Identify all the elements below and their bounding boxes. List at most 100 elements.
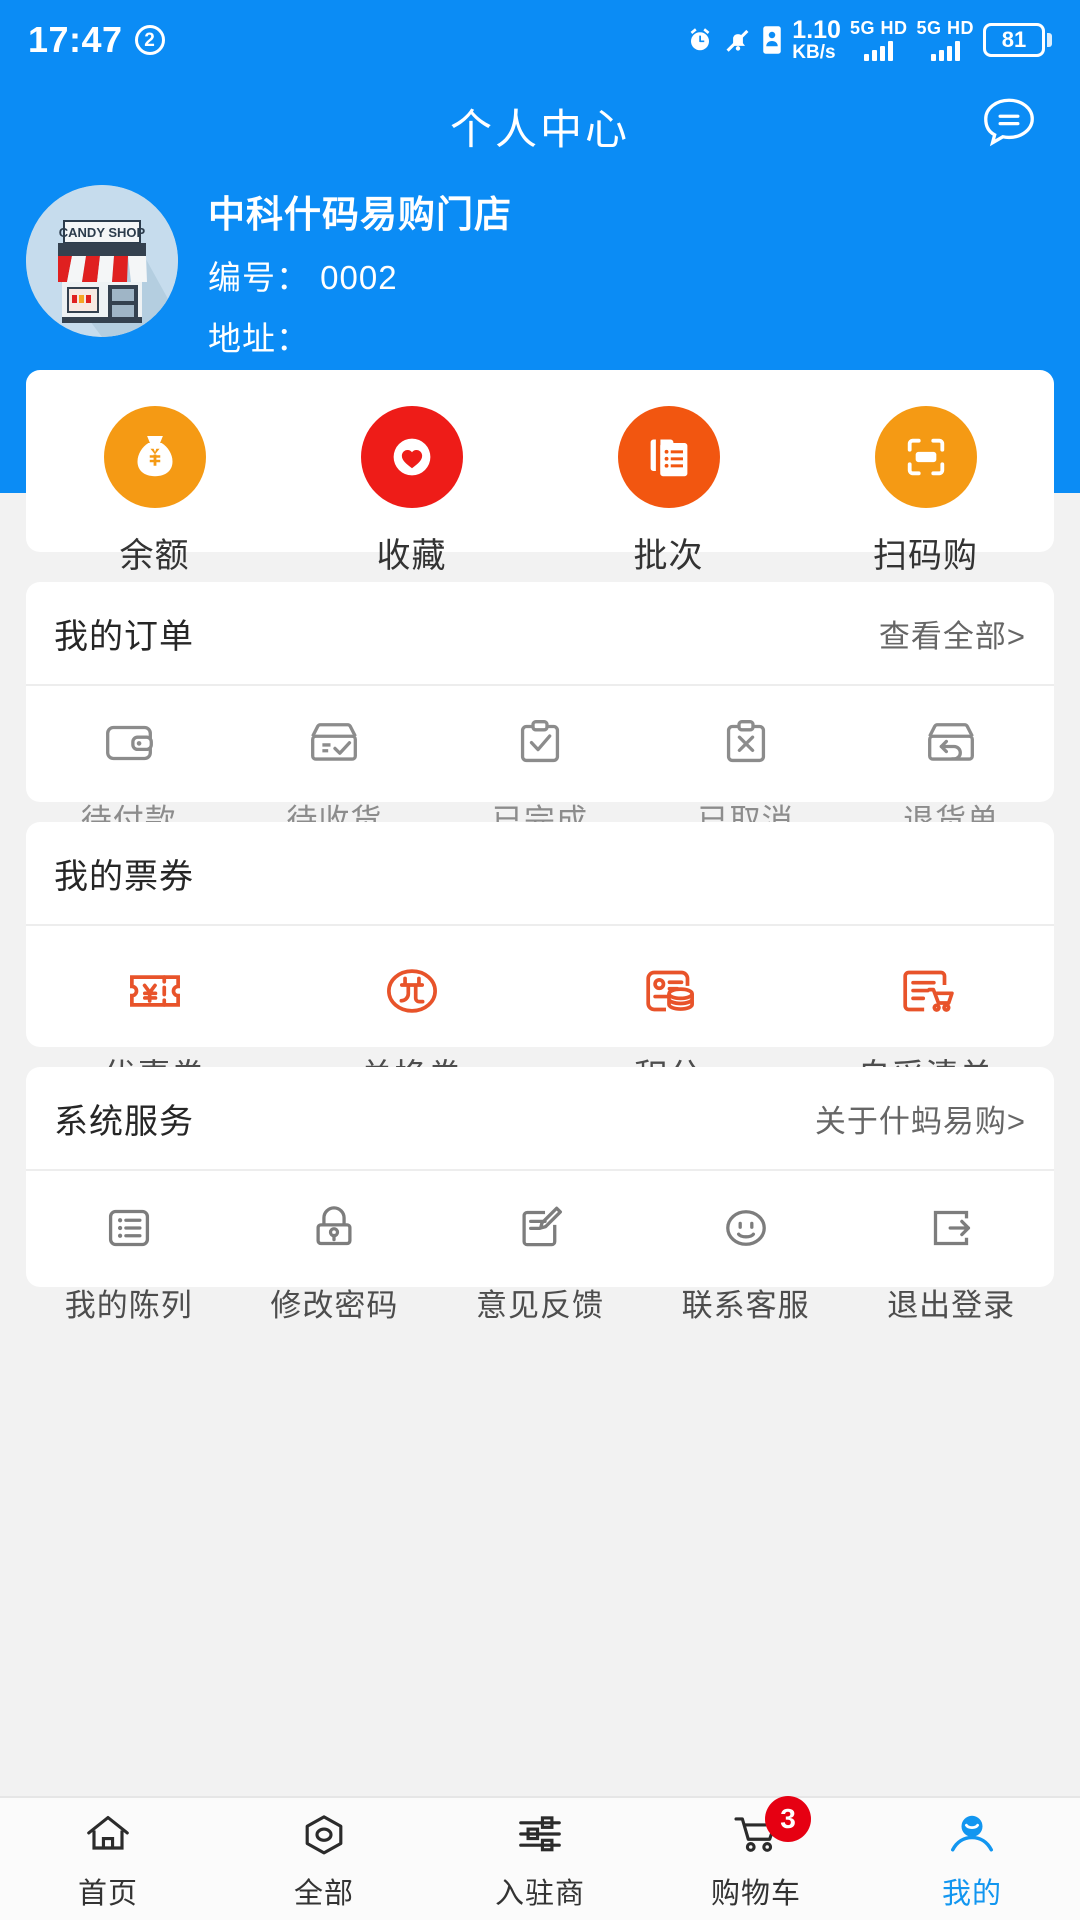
battery-tip <box>1047 33 1052 47</box>
status-bar: 17:47 2 1.10 KB/s 5G HD 5G HD <box>0 0 1080 80</box>
about-link[interactable]: 关于什蚂易购> <box>815 1096 1026 1141</box>
tab-label: 购物车 <box>711 1870 801 1912</box>
status-time: 17:47 <box>28 19 123 61</box>
coupon-ticket-icon <box>118 954 192 1033</box>
nav-bar: 个人中心 <box>0 80 1080 172</box>
self-purchase-list-icon <box>889 954 963 1033</box>
quick-action-label: 扫码购 <box>873 528 978 577</box>
order-status-pending-receipt[interactable]: 待收货 <box>232 712 438 840</box>
scan-code-icon <box>875 406 977 508</box>
store-text: 中科什码易购门店 编号： 0002 地址： <box>208 185 512 360</box>
quick-action-batch[interactable]: 批次 <box>540 406 797 577</box>
batch-list-icon <box>618 406 720 508</box>
candy-shop-storefront-icon[interactable]: CANDY SHOP <box>26 185 178 337</box>
system-item-change-password[interactable]: 修改密码 <box>232 1197 438 1325</box>
home-icon <box>80 1806 136 1862</box>
quick-action-label: 余额 <box>120 528 190 577</box>
quick-action-scan-buy[interactable]: 扫码购 <box>797 406 1054 577</box>
system-item-label: 退出登录 <box>887 1280 1015 1325</box>
sim2-status: 5G HD <box>916 19 974 62</box>
sim2-signal-bars <box>931 39 960 61</box>
chat-bubble-icon[interactable] <box>978 93 1040 160</box>
order-status-completed[interactable]: 已完成 <box>437 712 643 840</box>
quick-actions-card: 余额 收藏 <box>26 370 1054 552</box>
order-status-cancelled[interactable]: 已取消 <box>643 712 849 840</box>
points-coins-icon <box>632 954 706 1033</box>
status-bar-right: 1.10 KB/s 5G HD 5G HD 81 <box>685 18 1052 63</box>
store-code: 编号： 0002 <box>208 251 512 299</box>
alarm-icon <box>685 25 715 55</box>
system-item-my-display[interactable]: 我的陈列 <box>26 1197 232 1325</box>
system-services-header: 系统服务 关于什蚂易购> <box>26 1067 1054 1171</box>
sim1-label: 5G HD <box>850 19 908 38</box>
battery-indicator: 81 <box>983 23 1052 57</box>
wallet-icon <box>98 712 160 779</box>
page-title: 个人中心 <box>450 96 630 157</box>
list-icon <box>98 1197 160 1264</box>
system-item-label: 联系客服 <box>682 1280 810 1325</box>
clipboard-check-icon <box>509 712 571 779</box>
my-orders-header: 我的订单 查看全部> <box>26 582 1054 686</box>
user-person-icon <box>943 1806 1001 1862</box>
my-orders-view-all-link[interactable]: 查看全部> <box>879 611 1026 656</box>
status-bar-left: 17:47 2 <box>28 19 165 61</box>
tab-label: 首页 <box>78 1870 138 1912</box>
svg-text:CANDY SHOP: CANDY SHOP <box>59 225 146 240</box>
lock-icon <box>303 1197 365 1264</box>
system-item-feedback[interactable]: 意见反馈 <box>437 1197 643 1325</box>
system-item-contact-service[interactable]: 联系客服 <box>643 1197 849 1325</box>
system-item-logout[interactable]: 退出登录 <box>848 1197 1054 1325</box>
store-name: 中科什码易购门店 <box>208 191 512 238</box>
logout-icon <box>920 1197 982 1264</box>
system-item-label: 我的陈列 <box>65 1280 193 1325</box>
system-item-label: 修改密码 <box>270 1280 398 1325</box>
system-services-row: 我的陈列 修改密码 <box>26 1171 1054 1325</box>
hexagon-nut-icon <box>296 1806 352 1862</box>
tab-mine[interactable]: 我的 <box>864 1806 1080 1912</box>
feedback-edit-icon <box>509 1197 571 1264</box>
money-bag-icon <box>104 406 206 508</box>
heart-icon <box>361 406 463 508</box>
tab-all[interactable]: 全部 <box>216 1806 432 1912</box>
system-services-title: 系统服务 <box>54 1094 194 1143</box>
quick-action-label: 批次 <box>634 528 704 577</box>
my-orders-title: 我的订单 <box>54 609 194 658</box>
quick-actions-row: 余额 收藏 <box>26 370 1054 577</box>
network-speed-unit: KB/s <box>792 43 835 62</box>
quick-action-label: 收藏 <box>377 528 447 577</box>
store-address: 地址： <box>208 312 512 360</box>
exchange-voucher-icon <box>375 954 449 1033</box>
order-status-return[interactable]: 退货单 <box>848 712 1054 840</box>
network-speed-value: 1.10 <box>792 18 841 44</box>
order-status-pending-payment[interactable]: 待付款 <box>26 712 232 840</box>
bell-muted-icon <box>724 25 752 55</box>
sliders-icon <box>512 1806 568 1862</box>
tab-home[interactable]: 首页 <box>0 1806 216 1912</box>
smiley-face-icon <box>715 1197 777 1264</box>
battery-level: 81 <box>1002 27 1026 53</box>
personal-center-screen: 17:47 2 1.10 KB/s 5G HD 5G HD <box>0 0 1080 1920</box>
tab-label: 全部 <box>294 1870 354 1912</box>
sim1-signal-bars <box>864 39 893 61</box>
store-info[interactable]: CANDY SHOP <box>26 185 512 360</box>
tab-label: 入驻商 <box>495 1870 585 1912</box>
quick-action-favorites[interactable]: 收藏 <box>283 406 540 577</box>
my-coupons-header: 我的票券 <box>26 822 1054 926</box>
my-coupons-card: 我的票券 优惠券 <box>26 822 1054 1047</box>
network-speed: 1.10 KB/s <box>792 18 841 63</box>
id-card-icon <box>761 25 783 55</box>
my-orders-card: 我的订单 查看全部> 待付款 <box>26 582 1054 802</box>
package-check-icon <box>303 712 365 779</box>
notification-count-badge: 2 <box>135 25 165 55</box>
sim2-label: 5G HD <box>916 19 974 38</box>
bottom-tab-bar: 首页 全部 入驻商 <box>0 1796 1080 1920</box>
tab-merchants[interactable]: 入驻商 <box>432 1806 648 1912</box>
tab-cart[interactable]: 3 购物车 <box>648 1806 864 1912</box>
my-coupons-title: 我的票券 <box>54 849 194 898</box>
quick-action-balance[interactable]: 余额 <box>26 406 283 577</box>
system-item-label: 意见反馈 <box>476 1280 604 1325</box>
system-services-card: 系统服务 关于什蚂易购> 我的陈列 <box>26 1067 1054 1287</box>
tab-label: 我的 <box>942 1870 1002 1912</box>
package-return-icon <box>920 712 982 779</box>
order-status-row: 待付款 待收货 <box>26 686 1054 840</box>
